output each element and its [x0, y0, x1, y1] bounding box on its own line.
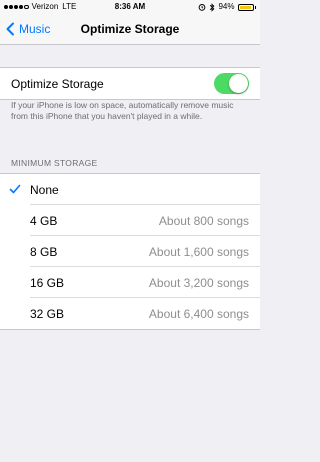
storage-option-16gb[interactable]: 16 GB About 3,200 songs: [0, 267, 260, 298]
navigation-bar: Music Optimize Storage: [0, 14, 260, 45]
storage-option-label: 4 GB: [30, 213, 58, 228]
status-right: 94%: [198, 0, 256, 14]
checkmark-icon: [9, 184, 21, 194]
storage-option-label: 8 GB: [30, 244, 58, 259]
bluetooth-icon: [210, 2, 215, 12]
storage-option-none[interactable]: None: [0, 174, 260, 205]
storage-option-detail: About 3,200 songs: [148, 275, 249, 290]
storage-option-4gb[interactable]: 4 GB About 800 songs: [0, 205, 260, 236]
optimize-storage-row: Optimize Storage: [0, 68, 260, 99]
minimum-storage-list: None 4 GB About 800 songs 8 GB About 1,6…: [0, 173, 260, 330]
optimize-storage-footnote: If your iPhone is low on space, automati…: [11, 100, 234, 121]
optimize-storage-group: Optimize Storage: [0, 67, 260, 100]
storage-option-label: 32 GB: [30, 306, 65, 321]
battery-percentage: 94%: [218, 2, 235, 11]
toggle-knob: [229, 74, 248, 93]
storage-option-detail: About 6,400 songs: [148, 306, 249, 321]
alarm-icon: [199, 4, 206, 11]
page-title: Optimize Storage: [80, 22, 180, 36]
storage-option-label: None: [30, 182, 59, 197]
storage-option-8gb[interactable]: 8 GB About 1,600 songs: [0, 236, 260, 267]
storage-option-detail: About 1,600 songs: [148, 244, 249, 259]
optimize-storage-label: Optimize Storage: [11, 76, 104, 91]
battery-icon: [237, 3, 254, 11]
storage-option-label: 16 GB: [30, 275, 65, 290]
optimize-storage-toggle[interactable]: [214, 73, 249, 94]
minimum-storage-header: MINIMUM STORAGE: [11, 158, 98, 168]
storage-option-detail: About 800 songs: [158, 213, 249, 228]
status-bar: Verizon LTE 8:36 AM 94%: [0, 0, 260, 14]
storage-option-32gb[interactable]: 32 GB About 6,400 songs: [0, 298, 260, 329]
